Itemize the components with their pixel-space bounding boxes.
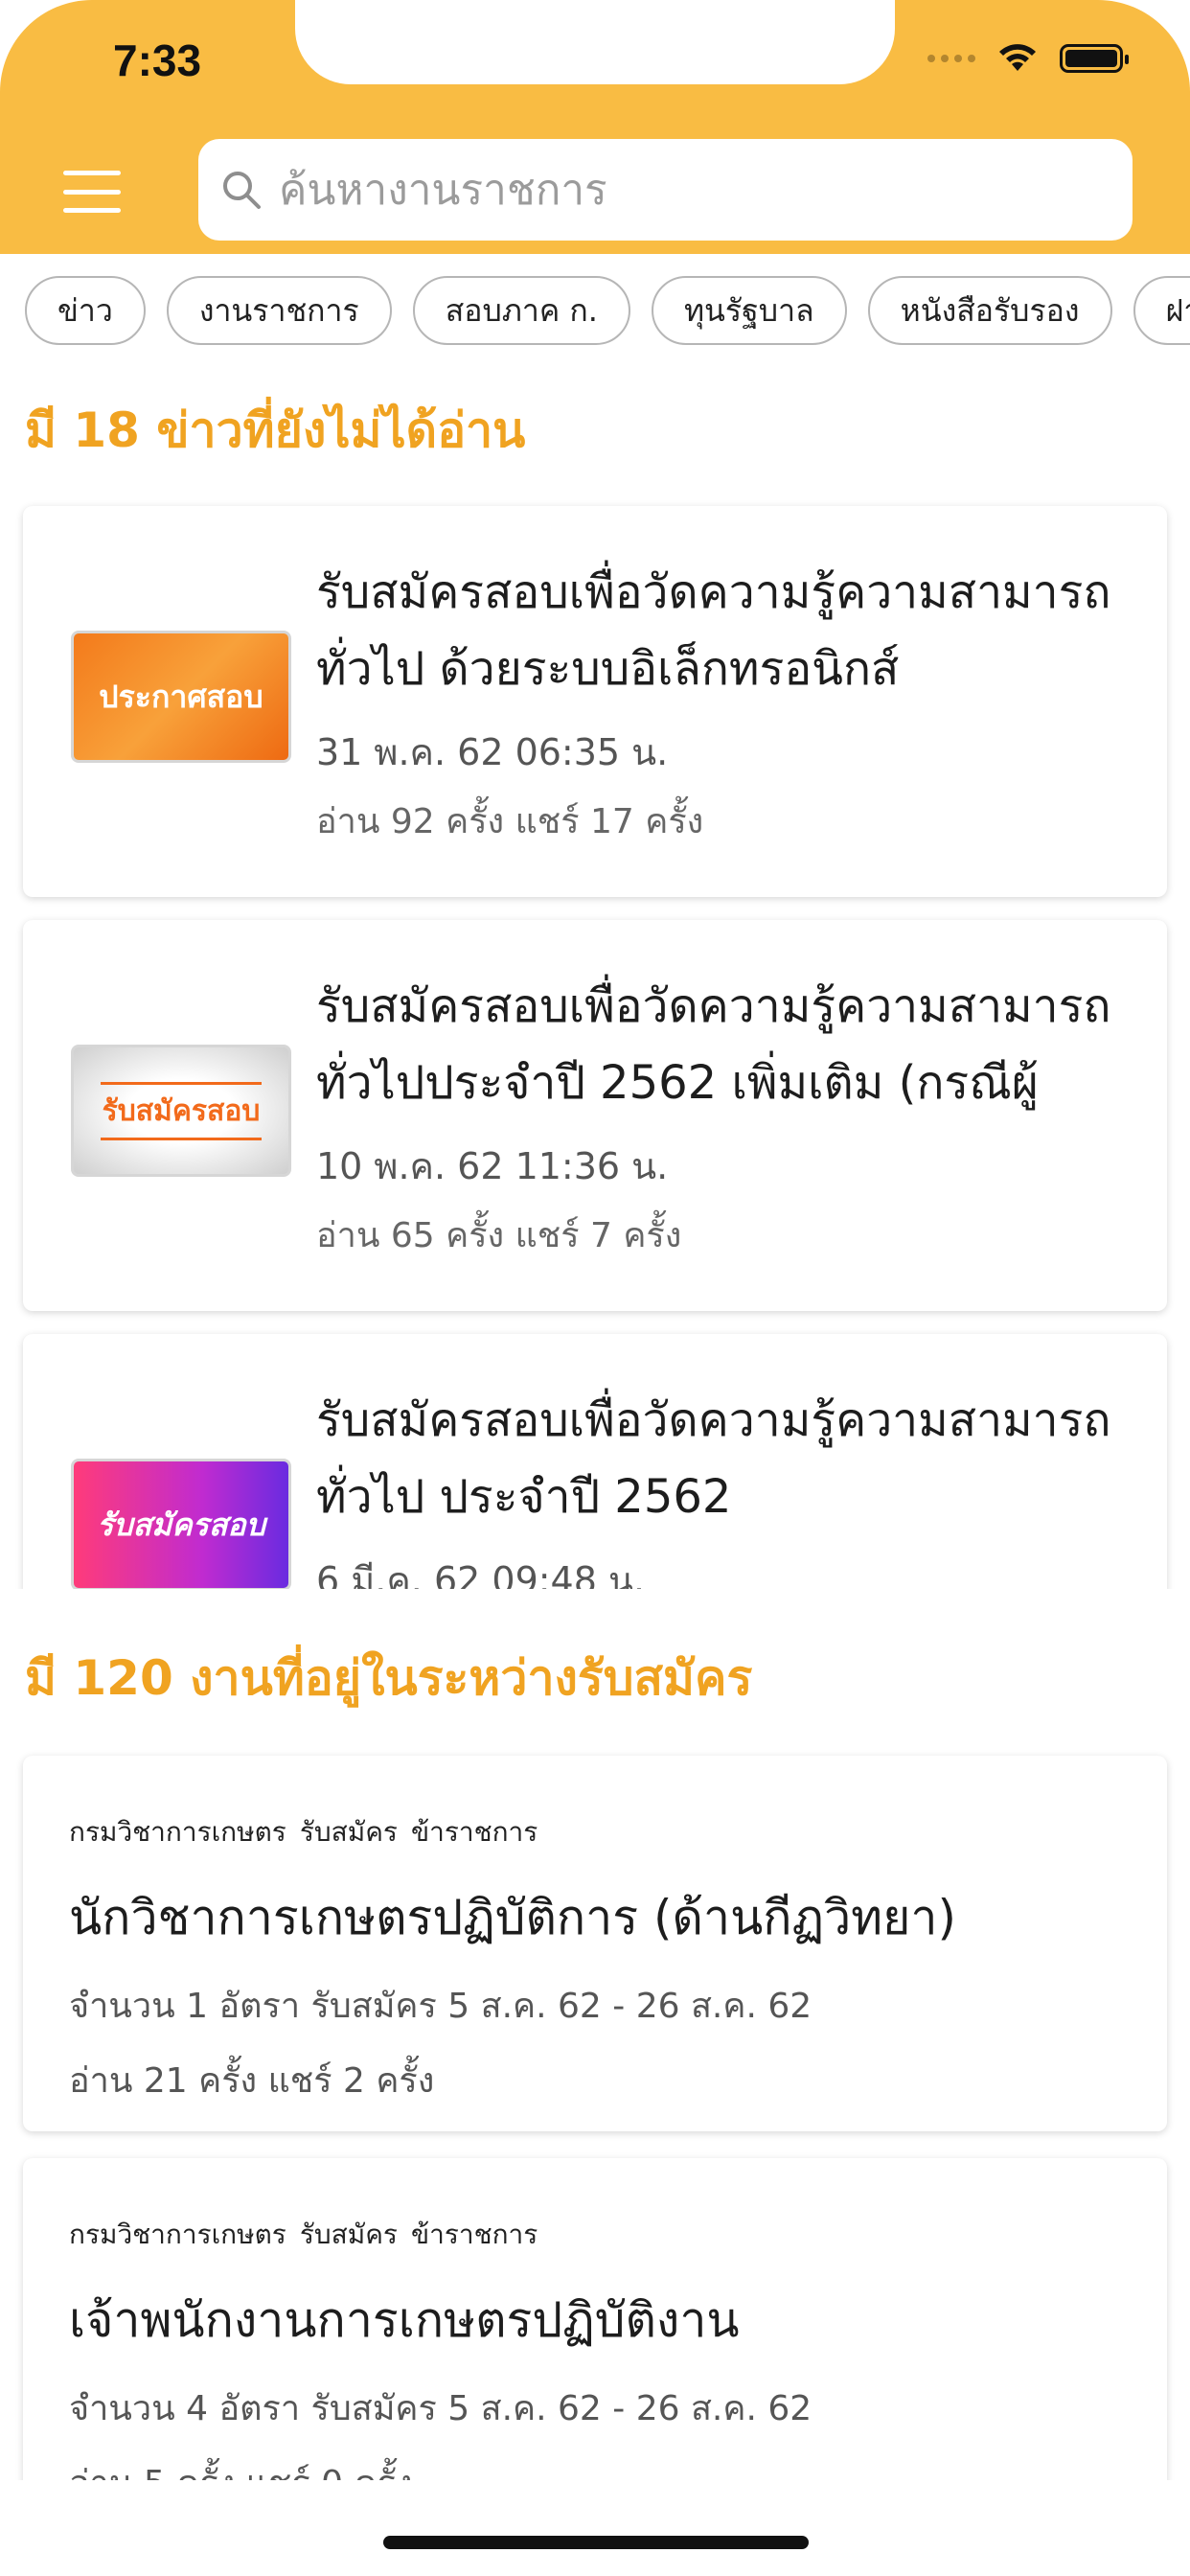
news-title: รับสมัครสอบเพื่อวัดความรู้ความสามารถทั่ว… <box>316 565 1111 696</box>
chip-certificate[interactable]: หนังสือรับรอง <box>867 276 1112 345</box>
job-title: เจ้าพนักงานการเกษตรปฏิบัติงาน <box>69 2292 740 2348</box>
hamburger-menu-icon[interactable] <box>63 171 121 213</box>
news-thumbnail: ประกาศสอบ <box>71 631 291 763</box>
jobs-section-title: มี 120 งานที่อยู่ในระหว่างรับสมัคร <box>25 1650 753 1706</box>
job-type: ข้าราชการ <box>410 1816 538 1848</box>
news-card[interactable]: รับสมัครสอบ รับสมัครสอบเพื่อวัดความรู้คว… <box>23 920 1167 1311</box>
chip-more[interactable]: ฝากก <box>1133 276 1190 345</box>
job-department: กรมวิชาการเกษตร <box>69 2219 286 2250</box>
news-list: ประกาศสอบ รับสมัครสอบเพื่อวัดความรู้ความ… <box>0 498 1190 1589</box>
device-notch <box>295 0 895 84</box>
job-type: ข้าราชการ <box>410 2219 538 2250</box>
chip-government-jobs[interactable]: งานราชการ <box>166 276 392 345</box>
news-card[interactable]: ประกาศสอบ รับสมัครสอบเพื่อวัดความรู้ความ… <box>23 506 1167 897</box>
news-section-title: มี 18 ข่าวที่ยังไม่ได้อ่าน <box>25 402 526 458</box>
news-date: 6 มี.ค. 62 09:48 น. <box>316 1559 646 1589</box>
job-status: รับสมัคร <box>299 1816 398 1848</box>
home-indicator[interactable] <box>383 2536 809 2549</box>
job-card[interactable]: กรมวิชาการเกษตร รับสมัคร ข้าราชการ นักวิชา… <box>23 1756 1167 2131</box>
news-date: 10 พ.ค. 62 11:36 น. <box>316 1145 669 1187</box>
news-date: 31 พ.ค. 62 06:35 น. <box>316 731 669 773</box>
news-thumbnail: รับสมัครสอบ <box>71 1459 291 1589</box>
battery-icon <box>1060 44 1129 73</box>
job-stats: อ่าน 21 ครั้ง แชร์ 2 ครั้ง <box>69 2061 435 2101</box>
job-info: จำนวน 4 อัตรา รับสมัคร 5 ส.ค. 62 - 26 ส.… <box>69 2389 812 2428</box>
news-stats: อ่าน 92 ครั้ง แชร์ 17 ครั้ง <box>316 802 704 841</box>
job-stats: อ่าน 5 ครั้ง แชร์ 0 ครั้ง <box>69 2455 412 2480</box>
search-input[interactable] <box>277 164 1105 216</box>
job-meta: กรมวิชาการเกษตร รับสมัคร ข้าราชการ <box>69 2214 551 2256</box>
news-card[interactable]: รับสมัครสอบ รับสมัครสอบเพื่อวัดความรู้คว… <box>23 1334 1167 1589</box>
news-stats: อ่าน 65 ครั้ง แชร์ 7 ครั้ง <box>316 1216 682 1255</box>
job-list: กรมวิชาการเกษตร รับสมัคร ข้าราชการ นักวิชา… <box>0 1744 1190 2480</box>
chip-scholarships[interactable]: ทุนรัฐบาล <box>651 276 847 345</box>
news-thumbnail: รับสมัครสอบ <box>71 1045 291 1177</box>
job-meta: กรมวิชาการเกษตร รับสมัคร ข้าราชการ <box>69 1811 551 1853</box>
cellular-signal-icon <box>927 55 975 62</box>
job-info: จำนวน 1 อัตรา รับสมัคร 5 ส.ค. 62 - 26 ส.… <box>69 1987 812 2026</box>
chip-exam-part-a[interactable]: สอบภาค ก. <box>412 276 630 345</box>
news-title: รับสมัครสอบเพื่อวัดความรู้ความสามารถทั่ว… <box>316 979 1111 1110</box>
news-title: รับสมัครสอบเพื่อวัดความรู้ความสามารถทั่ว… <box>316 1393 1111 1524</box>
search-icon <box>223 172 261 209</box>
thumbnail-text: ประกาศสอบ <box>99 678 263 715</box>
job-title: นักวิชาการเกษตรปฏิบัติการ (ด้านกีฏวิทยา) <box>69 1890 957 1945</box>
wifi-icon <box>999 44 1036 71</box>
app-header: 7:33 <box>0 0 1190 254</box>
job-department: กรมวิชาการเกษตร <box>69 1816 286 1848</box>
category-chips: ข่าว งานราชการ สอบภาค ก. ทุนรัฐบาล หนังสือรั… <box>25 276 1190 349</box>
status-icons <box>927 42 1129 75</box>
thumbnail-text: รับสมัครสอบ <box>97 1506 265 1543</box>
status-time: 7:33 <box>113 35 202 85</box>
job-status: รับสมัคร <box>299 2219 398 2250</box>
chip-news[interactable]: ข่าว <box>25 276 146 345</box>
search-bar[interactable] <box>198 139 1133 241</box>
thumbnail-text: รับสมัครสอบ <box>100 1081 263 1140</box>
job-card[interactable]: กรมวิชาการเกษตร รับสมัคร ข้าราชการ เจ้าพนั… <box>23 2158 1167 2480</box>
